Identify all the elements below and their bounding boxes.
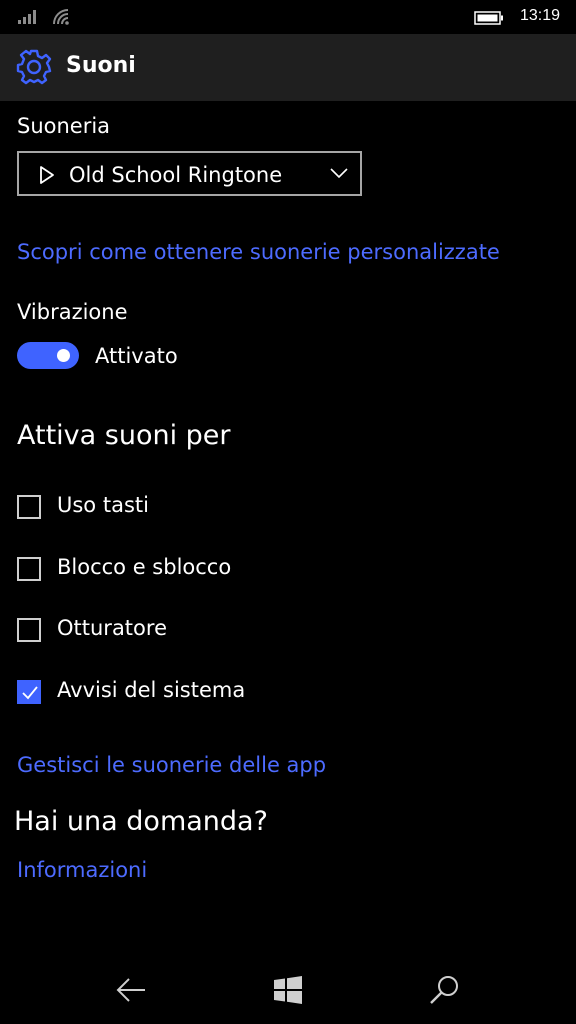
gear-icon — [16, 49, 52, 85]
chevron-down-icon — [330, 168, 348, 179]
vibration-toggle[interactable] — [17, 342, 79, 369]
page-header: Suoni — [0, 34, 576, 101]
checkbox-box[interactable] — [17, 680, 41, 704]
checkbox-box[interactable] — [17, 618, 41, 642]
help-heading: Hai una domanda? — [14, 806, 268, 837]
vibration-label: Vibrazione — [17, 300, 128, 324]
play-icon[interactable] — [39, 165, 55, 185]
checkbox-box[interactable] — [17, 557, 41, 581]
status-bar: 13:19 — [0, 0, 576, 34]
checkbox-label: Blocco e sblocco — [57, 555, 232, 579]
checkbox-box[interactable] — [17, 495, 41, 519]
check-icon — [22, 686, 38, 700]
ringtone-dropdown[interactable]: Old School Ringtone — [17, 151, 362, 196]
page-title: Suoni — [66, 53, 136, 78]
search-icon[interactable] — [429, 974, 461, 1006]
clock: 13:19 — [520, 7, 561, 24]
wifi-icon — [53, 9, 69, 25]
app-ringtones-link[interactable]: Gestisci le suonerie delle app — [17, 753, 326, 777]
vibration-state-label: Attivato — [95, 344, 178, 368]
checkbox-label: Avvisi del sistema — [57, 678, 246, 702]
checkbox-label: Otturatore — [57, 616, 167, 640]
battery-icon — [474, 11, 503, 25]
info-link[interactable]: Informazioni — [17, 858, 147, 882]
back-icon[interactable] — [116, 977, 146, 1003]
checkbox-label: Uso tasti — [57, 493, 149, 517]
ringtone-selected-value: Old School Ringtone — [69, 163, 283, 187]
signal-icon — [18, 10, 36, 24]
windows-icon[interactable] — [274, 976, 302, 1004]
toggle-knob — [57, 349, 70, 362]
navigation-bar — [0, 952, 576, 1024]
sounds-section-heading: Attiva suoni per — [17, 420, 231, 451]
ringtone-label: Suoneria — [17, 114, 111, 138]
custom-ringtones-link[interactable]: Scopri come ottenere suonerie personaliz… — [17, 240, 500, 264]
